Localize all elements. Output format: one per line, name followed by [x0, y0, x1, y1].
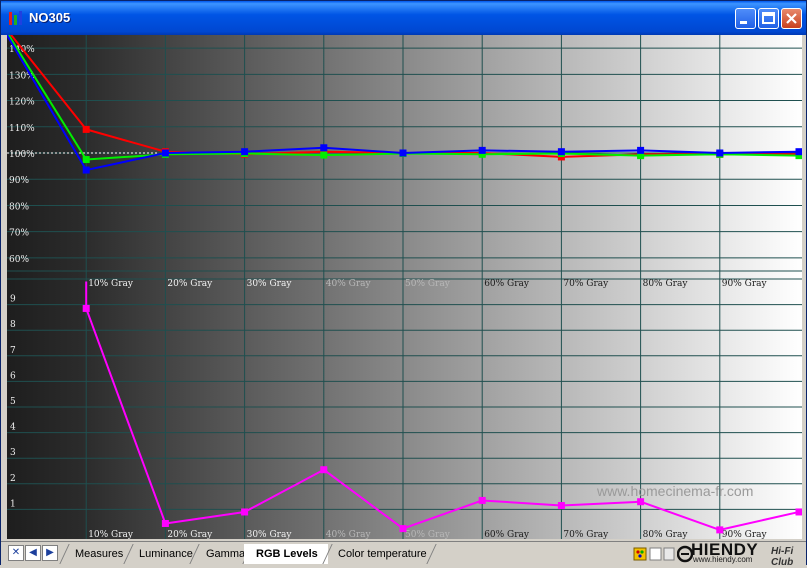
green-series-point [82, 156, 90, 164]
blue-series-point [478, 146, 486, 154]
blue-series-point [320, 144, 328, 152]
app-window: NO305 140% 130% 120% 110% 100% 90% 80% 70% 60% 9 8… [0, 0, 807, 568]
blue-series-point [716, 149, 724, 157]
blue-series-point [557, 148, 565, 156]
page-icon [649, 547, 662, 561]
delta-series-point [241, 508, 249, 516]
x-category-label: 10% Gray [88, 279, 134, 289]
y-tick-label: 80% [9, 202, 29, 212]
minimize-button[interactable] [735, 8, 756, 29]
maximize-icon [762, 12, 775, 24]
close-button[interactable] [781, 8, 802, 29]
red-series-point [82, 125, 90, 133]
y-tick-label: 1 [10, 499, 16, 509]
watermark-text: www.homecinema-fr.com [596, 483, 753, 499]
x-category-label: 90% Gray [722, 279, 768, 289]
y-tick-label: 5 [10, 397, 16, 407]
title-bar[interactable]: NO305 [1, 1, 806, 35]
plot-area: 140% 130% 120% 110% 100% 90% 80% 70% 60% 9 8 7 6 5 4 3 2… [7, 35, 802, 539]
x-category-label: 80% Gray [643, 279, 689, 289]
delta-series-point [637, 498, 645, 506]
x-category-label: 50% Gray [405, 279, 451, 289]
hiendy-logo: HIENDY www.hiendy.com Hi-Fi Club [677, 540, 807, 568]
x-category-label: 40% Gray [326, 530, 372, 539]
palette-icon [633, 547, 647, 561]
close-icon [786, 13, 797, 24]
x-category-label: 20% Gray [167, 530, 213, 539]
delta-series-point [557, 502, 565, 510]
y-tick-label: 110% [9, 124, 35, 134]
y-tick-label: 100% [9, 150, 35, 160]
x-category-label: 70% Gray [563, 530, 609, 539]
delta-series-point [478, 496, 486, 504]
x-category-label: 80% Gray [643, 530, 689, 539]
blue-series-point [399, 149, 407, 157]
tab-bar: ✕ ◀ ▶ Measures Luminance Gamma RGB Level… [1, 540, 807, 568]
x-category-label: 70% Gray [563, 279, 609, 289]
blue-series-point [637, 146, 645, 154]
delta-series-point [795, 508, 802, 516]
y-tick-label: 60% [9, 255, 29, 265]
delta-series-point [161, 519, 169, 527]
y-tick-label: 3 [10, 448, 16, 458]
y-tick-label: 7 [10, 346, 16, 356]
logo-url: www.hiendy.com [693, 555, 753, 564]
y-tick-label: 6 [10, 371, 16, 381]
y-tick-label: 90% [9, 176, 29, 186]
next-tab-button[interactable]: ▶ [42, 545, 58, 561]
maximize-button[interactable] [758, 8, 779, 29]
blue-series-point [82, 166, 90, 174]
rgb-levels-chart: 140%130%120%110%100%90%80%70%60%98765432… [7, 35, 802, 539]
swatch-icon [663, 547, 675, 561]
blue-series-point [795, 148, 802, 156]
green-series-point [320, 151, 328, 159]
blue-series-point [161, 149, 169, 157]
x-category-label: 90% Gray [722, 530, 768, 539]
chart-app-icon [9, 11, 22, 25]
y-tick-label: 70% [9, 229, 29, 239]
x-category-label: 30% Gray [247, 530, 293, 539]
y-tick-label: 8 [10, 320, 16, 330]
prev-tab-button[interactable]: ◀ [25, 545, 41, 561]
delta-series-point [320, 466, 328, 474]
x-category-label: 20% Gray [167, 279, 213, 289]
x-category-label: 10% Gray [88, 530, 134, 539]
tab-rgb-levels[interactable]: RGB Levels [244, 544, 328, 564]
y-tick-label: 9 [10, 295, 16, 305]
close-tab-button[interactable]: ✕ [8, 545, 24, 561]
blue-series-point [241, 148, 249, 156]
delta-series-point [82, 304, 90, 312]
y-tick-label: 120% [9, 98, 35, 108]
x-category-label: 60% Gray [484, 530, 530, 539]
minimize-icon [740, 21, 747, 24]
tab-color-temperature[interactable]: Color temperature [326, 544, 437, 564]
delta-series-point [399, 525, 407, 533]
x-category-label: 30% Gray [247, 279, 293, 289]
delta-series-point [716, 526, 724, 534]
x-category-label: 40% Gray [326, 279, 372, 289]
status-icons [633, 547, 675, 561]
y-tick-label: 4 [10, 423, 16, 433]
window-title: NO305 [29, 10, 71, 25]
x-category-label: 60% Gray [484, 279, 530, 289]
x-category-label: 50% Gray [405, 530, 451, 539]
y-tick-label: 2 [10, 474, 16, 484]
tab-measures[interactable]: Measures [63, 544, 133, 564]
